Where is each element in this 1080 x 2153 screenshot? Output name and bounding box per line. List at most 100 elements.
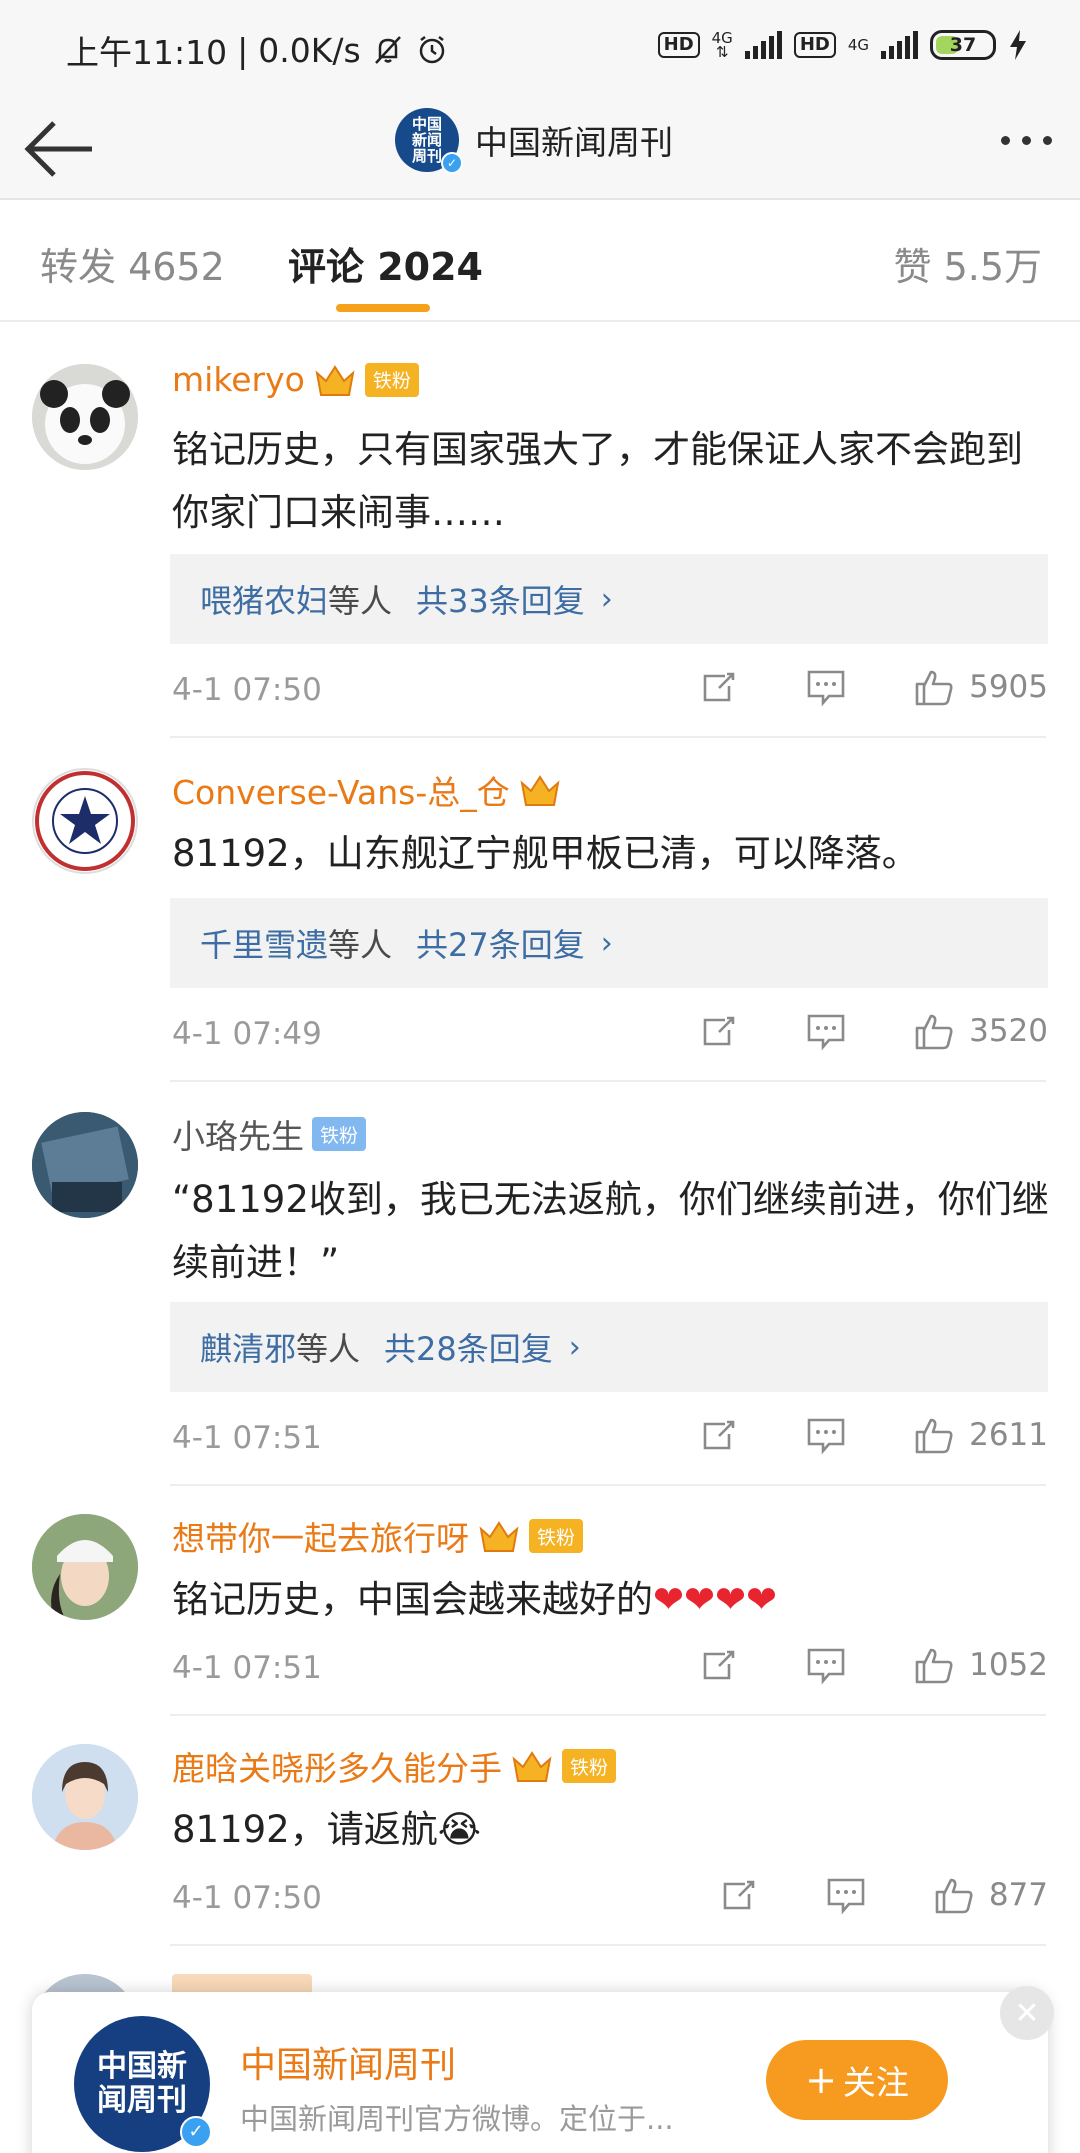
panda-avatar-image — [32, 364, 138, 470]
like-icon[interactable] — [913, 1414, 955, 1456]
reply-suffix: 等人 — [296, 1330, 361, 1368]
comment-item: 想带你一起去旅行呀 铁粉 铭记历史，中国会越来越好的❤❤❤❤ 4-1 07:51… — [0, 1486, 1080, 1716]
charging-icon — [1010, 30, 1026, 60]
reply-username[interactable]: 喂猪农妇 — [200, 576, 328, 622]
comment-item: 小珞先生 铁粉 “81192收到，我已无法返航，你们继续前进，你们继续前进！” … — [0, 1082, 1080, 1486]
like-count: 2611 — [969, 1417, 1048, 1453]
avatar[interactable] — [32, 768, 138, 874]
hd-badge: HD — [657, 32, 700, 58]
avatar[interactable] — [32, 1514, 138, 1620]
tab-bar: 转发 4652 评论 2024 赞 5.5万 — [0, 200, 1080, 322]
verified-icon: ✓ — [180, 2116, 212, 2148]
share-icon[interactable] — [697, 666, 739, 708]
chevron-right-icon: › — [568, 1329, 581, 1365]
comment-actions: 2611 — [697, 1414, 1048, 1456]
network-type-2: 4G — [847, 36, 869, 54]
fan-badge: 铁粉 — [364, 362, 419, 397]
page-title: 中国新闻周刊 — [475, 123, 673, 162]
fan-badge: 铁粉 — [312, 1117, 367, 1151]
crying-emoji: 😭 — [437, 1808, 481, 1851]
crown-icon — [520, 775, 560, 806]
comment-text: 81192，请返航 — [172, 1808, 438, 1851]
active-tab-indicator — [336, 304, 430, 312]
follow-card-avatar[interactable]: 中国新闻周刊 ✓ — [74, 2016, 212, 2152]
comment-time: 4-1 07:50 — [172, 672, 322, 708]
crown-icon — [315, 364, 355, 396]
tab-reposts[interactable]: 转发 4652 — [40, 236, 225, 291]
comment-icon[interactable] — [805, 1010, 847, 1052]
share-icon[interactable] — [697, 1010, 739, 1052]
follow-card-name[interactable]: 中国新闻周刊 — [240, 2036, 456, 2088]
alarm-icon — [419, 36, 444, 64]
username[interactable]: 鹿晗关晓彤多久能分手 — [172, 1742, 502, 1790]
comment-icon[interactable] — [805, 666, 847, 708]
like-count: 5905 — [969, 669, 1048, 705]
chevron-right-icon: › — [600, 925, 613, 961]
comment-time: 4-1 07:51 — [172, 1420, 322, 1456]
signal-icon — [744, 31, 782, 59]
reply-count[interactable]: 共27条回复 — [416, 920, 585, 966]
comment-time: 4-1 07:50 — [172, 1880, 322, 1916]
like-icon[interactable] — [913, 1644, 955, 1686]
status-time: 上午11:10 — [66, 33, 228, 72]
battery-icon: 37 — [930, 30, 996, 60]
comment-actions: 1052 — [697, 1644, 1048, 1686]
fan-badge: 铁粉 — [529, 1519, 584, 1553]
like-icon[interactable] — [913, 1010, 955, 1052]
comment-item: mikeryo 铁粉 铭记历史，只有国家强大了，才能保证人家不会跑到你家门口来闹… — [0, 320, 1080, 738]
status-bar: 上午11:10 | 0.0K/s HD 4G ⇅ HD 4G 37 — [0, 0, 1080, 98]
comment-actions: 877 — [717, 1874, 1048, 1916]
close-icon[interactable]: ✕ — [1000, 1986, 1054, 2040]
status-right: HD 4G ⇅ HD 4G 37 — [657, 30, 1028, 60]
comment-text: “81192收到，我已无法返航，你们继续前进，你们继续前进！” — [172, 1178, 1049, 1284]
comment-text: 铭记历史，只有国家强大了，才能保证人家不会跑到你家门口来闹事…… — [172, 428, 1023, 534]
username[interactable]: 小珞先生 — [172, 1110, 304, 1158]
girl-cap-avatar-image — [32, 1514, 138, 1620]
girl-avatar-image — [32, 1744, 138, 1850]
reply-preview[interactable]: 喂猪农妇 等人 共33条回复 › — [170, 554, 1048, 644]
reply-suffix: 等人 — [328, 926, 393, 964]
back-arrow-icon[interactable] — [22, 116, 96, 182]
comment-icon[interactable] — [825, 1874, 867, 1916]
reply-count[interactable]: 共28条回复 — [384, 1324, 553, 1370]
more-options-icon[interactable] — [1001, 136, 1052, 145]
tab-comments[interactable]: 评论 2024 — [288, 236, 483, 291]
follow-card-avatar-text: 中国新闻周刊 — [97, 2049, 187, 2118]
like-count: 877 — [988, 1877, 1048, 1913]
avatar[interactable] — [32, 1112, 138, 1218]
username[interactable]: 想带你一起去旅行呀 — [172, 1512, 469, 1560]
like-icon[interactable] — [913, 666, 955, 708]
share-icon[interactable] — [697, 1644, 739, 1686]
battery-level: 37 — [949, 34, 977, 56]
comment-icon[interactable] — [805, 1644, 847, 1686]
username[interactable]: Converse-Vans-总_仓 — [172, 766, 510, 814]
comment-icon[interactable] — [805, 1414, 847, 1456]
like-icon[interactable] — [933, 1874, 975, 1916]
avatar[interactable] — [32, 1744, 138, 1850]
tab-likes[interactable]: 赞 5.5万 — [893, 236, 1042, 291]
follow-button-label: 关注 — [842, 2063, 909, 2102]
follow-card: 中国新闻周刊 ✓ 中国新闻周刊 中国新闻周刊官方微博。定位于... + 关注 ✕ — [32, 1986, 1054, 2153]
reply-suffix: 等人 — [328, 582, 393, 620]
reply-username[interactable]: 麒清邪 — [200, 1324, 296, 1370]
status-left: 上午11:10 | 0.0K/s — [66, 26, 449, 74]
account-avatar[interactable]: 中国新闻周刊 ✓ — [395, 108, 463, 174]
account-header[interactable]: 中国新闻周刊 ✓ 中国新闻周刊 — [395, 108, 673, 174]
share-icon[interactable] — [697, 1414, 739, 1456]
comment-time: 4-1 07:51 — [172, 1650, 322, 1686]
reply-preview[interactable]: 千里雪遗 等人 共27条回复 › — [170, 898, 1048, 988]
converse-avatar-image — [35, 771, 135, 871]
follow-button[interactable]: + 关注 — [766, 2040, 948, 2120]
heart-emoji: ❤❤❤❤ — [653, 1578, 778, 1621]
comment-actions: 3520 — [697, 1010, 1048, 1052]
hd-badge-2: HD — [793, 32, 836, 58]
username[interactable]: mikeryo — [172, 360, 305, 399]
comment-item: 鹿晗关晓彤多久能分手 铁粉 81192，请返航😭 4-1 07:50 877 — [0, 1716, 1080, 1946]
signal-icon-2 — [881, 31, 918, 59]
reply-username[interactable]: 千里雪遗 — [200, 920, 328, 966]
plus-icon: + — [805, 2058, 837, 2102]
reply-count[interactable]: 共33条回复 — [416, 576, 585, 622]
reply-preview[interactable]: 麒清邪 等人 共28条回复 › — [170, 1302, 1048, 1392]
avatar[interactable] — [32, 364, 138, 470]
share-icon[interactable] — [717, 1874, 759, 1916]
